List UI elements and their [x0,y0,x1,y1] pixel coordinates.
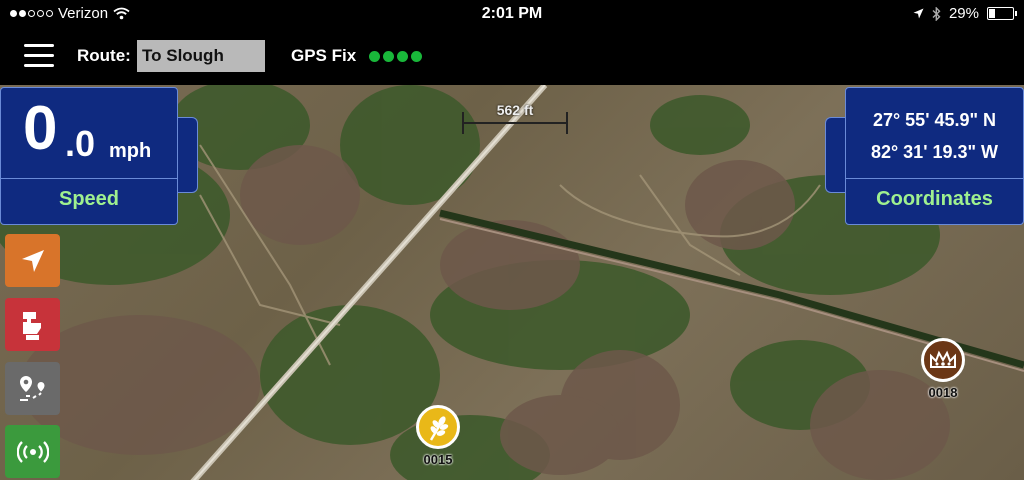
latitude: 27° 55' 45.9" N [872,110,997,130]
status-right: 29% [913,5,1017,22]
route-input[interactable] [137,40,265,72]
marker-circle [416,405,460,449]
gps-fix-label: GPS Fix [291,46,357,65]
wheat-icon [429,416,449,441]
battery-icon [987,7,1017,20]
hand-sign-icon [22,311,41,340]
waypoints-icon [19,375,44,401]
speed-decimal: .0 [65,123,96,164]
app-header: Route: GPS Fix [0,30,1024,85]
broadcast-signal-icon [16,440,49,463]
longitude: 82° 31' 19.3" W [870,142,999,162]
marker-circle [921,338,965,382]
map-scale: 562 ft [462,100,568,136]
gps-dot [369,51,380,62]
route-label: Route: [77,46,131,65]
gps-dot [411,51,422,62]
battery-percent: 29% [948,5,979,22]
hand-signal-button[interactable] [5,298,60,351]
coordinates-panel-tab[interactable] [825,117,845,193]
coordinates-caption: Coordinates [876,188,993,210]
map-marker[interactable]: 0015 [416,405,460,467]
speed-whole: 0 [23,94,58,163]
location-arrow-icon [913,8,924,19]
broadcast-button[interactable] [5,425,60,478]
hamburger-menu-icon[interactable] [24,44,54,68]
coordinates-panel[interactable]: 27° 55' 45.9" N 82° 31' 19.3" W Coordina… [845,87,1024,225]
speed-unit: mph [109,140,152,162]
marker-id: 0015 [423,452,453,467]
gps-dot [383,51,394,62]
crown-icon [930,350,956,368]
navigate-button[interactable] [5,234,60,287]
map-marker[interactable]: 0018 [921,338,965,400]
status-time: 2:01 PM [481,5,543,22]
waypoints-button[interactable] [5,362,60,415]
status-bar: Verizon 2:01 PM 29% [0,0,1024,30]
marker-id: 0018 [928,385,958,400]
speed-panel-tab[interactable] [178,117,198,193]
bluetooth-icon [932,6,941,21]
gps-dot [397,51,408,62]
scale-label: 562 ft [496,102,534,118]
gps-fix-indicator [369,51,422,62]
speed-panel[interactable]: 0 .0 mph Speed [0,87,178,225]
navigation-arrow-icon [21,249,44,272]
speed-caption: Speed [58,188,120,210]
